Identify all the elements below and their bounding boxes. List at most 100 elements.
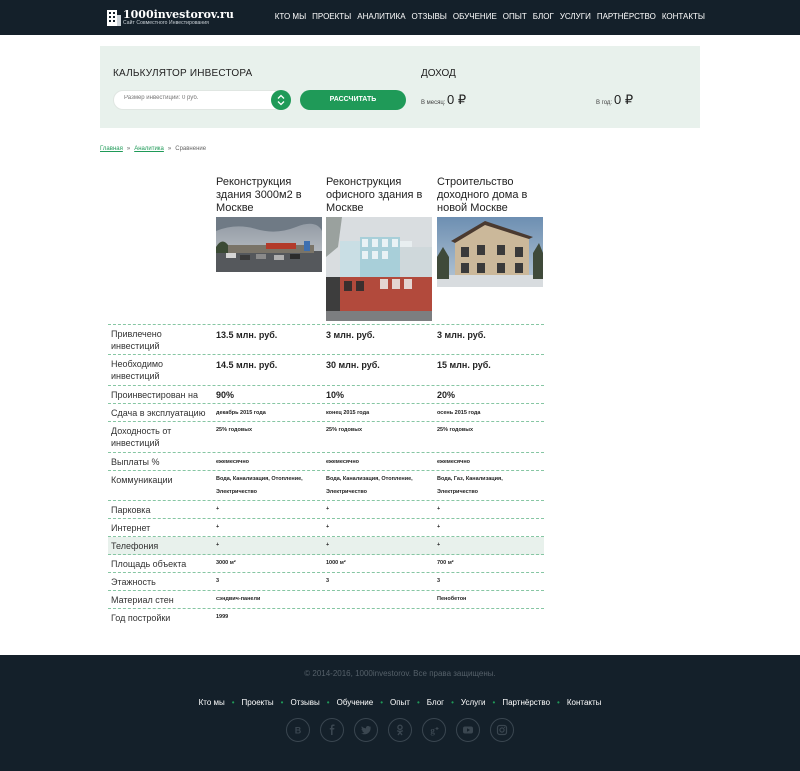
cell-value: 3 xyxy=(437,578,441,584)
parking-lot-photo[interactable] xyxy=(216,217,322,272)
cell-value: 3 млн. руб. xyxy=(326,330,375,340)
office-building-photo[interactable] xyxy=(326,217,432,321)
cell-value: 25% годовых xyxy=(326,427,363,433)
calculate-button[interactable]: РАССЧИТАТЬ xyxy=(300,90,406,110)
investment-amount-input[interactable] xyxy=(124,95,264,101)
cell-value: ежемесячно xyxy=(216,459,249,465)
cell-value: 90% xyxy=(216,390,235,400)
footer-link-blog[interactable]: Блог xyxy=(427,698,444,707)
cell-value: + xyxy=(326,542,330,548)
amount-stepper[interactable] xyxy=(271,90,291,110)
google-plus-link[interactable]: g xyxy=(422,718,446,742)
footer-link-reviews[interactable]: Отзывы xyxy=(290,698,319,707)
table-row: Площадь объекта 3000 м² 1000 м² 700 м² xyxy=(108,555,544,573)
nav-item-education[interactable]: ОБУЧЕНИЕ xyxy=(453,12,497,21)
cell-value: сэндвич-панели xyxy=(216,596,261,602)
twitter-icon xyxy=(361,725,371,735)
footer-link-education[interactable]: Обучение xyxy=(337,698,374,707)
site-logo[interactable]: 1000investorov.ru Сайт Совместного Инвес… xyxy=(106,8,234,28)
cell-value: 3 млн. руб. xyxy=(437,330,486,340)
vk-link[interactable]: B xyxy=(286,718,310,742)
footer-link-partnership[interactable]: Партнёрство xyxy=(502,698,550,707)
odnoklassniki-icon xyxy=(396,724,404,736)
footer-link-experience[interactable]: Опыт xyxy=(390,698,410,707)
cell-value: 14.5 млн. руб. xyxy=(216,360,278,370)
row-label: Этажность xyxy=(111,577,156,587)
footer-link-about[interactable]: Кто мы xyxy=(199,698,225,707)
breadcrumb-current: Сравнение xyxy=(175,146,207,152)
cell-value: конец 2015 года xyxy=(326,410,370,416)
cell-value: Вода, Канализация, Отопление, Электричес… xyxy=(216,476,303,495)
row-label: Сдача в эксплуатацию xyxy=(111,408,206,418)
site-footer: © 2014-2016, 1000investorov. Все права з… xyxy=(0,655,800,771)
cell-value: 30 млн. руб. xyxy=(326,360,380,370)
cell-value: 25% годовых xyxy=(216,427,253,433)
facebook-link[interactable] xyxy=(320,718,344,742)
copyright: © 2014-2016, 1000investorov. Все права з… xyxy=(304,669,496,678)
nav-item-blog[interactable]: БЛОГ xyxy=(533,12,554,21)
youtube-link[interactable] xyxy=(456,718,480,742)
cell-value: 3 xyxy=(326,578,330,584)
nav-item-services[interactable]: УСЛУГИ xyxy=(560,12,591,21)
row-label: Выплаты % xyxy=(111,457,160,467)
twitter-link[interactable] xyxy=(354,718,378,742)
cell-value: декабрь 2015 года xyxy=(216,410,266,416)
nav-item-analytics[interactable]: АНАЛИТИКА xyxy=(357,12,405,21)
cell-value: 13.5 млн. руб. xyxy=(216,330,278,340)
footer-dot: • xyxy=(326,698,330,707)
footer-link-contacts[interactable]: Контакты xyxy=(567,698,602,707)
nav-item-reviews[interactable]: ОТЗЫВЫ xyxy=(412,12,447,21)
site-header: 1000investorov.ru Сайт Совместного Инвес… xyxy=(0,0,800,35)
row-label: Коммуникации xyxy=(111,475,173,485)
table-row: Этажность 3 3 3 xyxy=(108,573,544,591)
instagram-icon xyxy=(496,724,508,736)
project-title[interactable]: Реконструкция офисного здания в Москве xyxy=(326,176,434,215)
social-links: B g xyxy=(286,718,516,742)
breadcrumb-separator: » xyxy=(126,146,131,152)
nav-item-about[interactable]: КТО МЫ xyxy=(275,12,306,21)
project-title[interactable]: Строительство доходного дома в новой Мос… xyxy=(437,176,545,215)
nav-item-projects[interactable]: ПРОЕКТЫ xyxy=(312,12,351,21)
calculator-title: КАЛЬКУЛЯТОР ИНВЕСТОРА xyxy=(113,68,253,79)
row-label: Необходимо инвестиций xyxy=(111,359,164,381)
row-label: Интернет xyxy=(111,523,151,533)
footer-link-services[interactable]: Услуги xyxy=(461,698,486,707)
row-label: Телефония xyxy=(111,541,159,551)
nav-item-experience[interactable]: ОПЫТ xyxy=(503,12,527,21)
table-row: Доходность от инвестиций 25% годовых 25%… xyxy=(108,422,544,453)
nav-item-contacts[interactable]: КОНТАКТЫ xyxy=(662,12,705,21)
svg-text:g: g xyxy=(430,726,435,736)
table-row: Парковка + + + xyxy=(108,501,544,519)
google-plus-icon: g xyxy=(430,726,439,736)
building-icon xyxy=(107,10,121,26)
footer-dot: • xyxy=(492,698,496,707)
cell-value: Вода, Канализация, Отопление, Электричес… xyxy=(326,476,413,495)
table-row: Коммуникации Вода, Канализация, Отоплени… xyxy=(108,471,544,501)
nav-item-partnership[interactable]: ПАРТНЁРСТВО xyxy=(597,12,656,21)
row-label: Материал стен xyxy=(111,595,174,605)
cell-value: 10% xyxy=(326,390,345,400)
cell-value: 20% xyxy=(437,390,456,400)
table-row-highlighted: Телефония + + + xyxy=(108,537,544,555)
svg-text:B: B xyxy=(295,726,302,736)
row-label: Площадь объекта xyxy=(111,559,187,569)
table-row: Проинвестирован на 90% 10% 20% xyxy=(108,386,544,404)
cell-value: 1999 xyxy=(216,614,229,620)
breadcrumb-analytics[interactable]: Аналитика xyxy=(134,146,164,152)
instagram-link[interactable] xyxy=(490,718,514,742)
investment-amount-field[interactable] xyxy=(113,90,291,110)
cell-value: 3000 м² xyxy=(216,560,236,566)
cell-value: + xyxy=(326,506,330,512)
odnoklassniki-link[interactable] xyxy=(388,718,412,742)
table-row: Выплаты % ежемесячно ежемесячно ежемесяч… xyxy=(108,453,544,471)
cell-value: Вода, Газ, Канализация, Электричество xyxy=(437,476,503,495)
breadcrumb: Главная» Аналитика» Сравнение xyxy=(100,146,206,152)
footer-dot: • xyxy=(416,698,420,707)
footer-dot: • xyxy=(380,698,383,707)
footer-link-projects[interactable]: Проекты xyxy=(242,698,274,707)
footer-dot: • xyxy=(557,698,560,707)
house-photo[interactable] xyxy=(437,217,543,287)
breadcrumb-home[interactable]: Главная xyxy=(100,146,123,152)
project-title[interactable]: Реконструкция здания 3000м2 в Москве xyxy=(216,176,324,215)
table-row: Привлечено инвестиций 13.5 млн. руб. 3 м… xyxy=(108,324,544,355)
